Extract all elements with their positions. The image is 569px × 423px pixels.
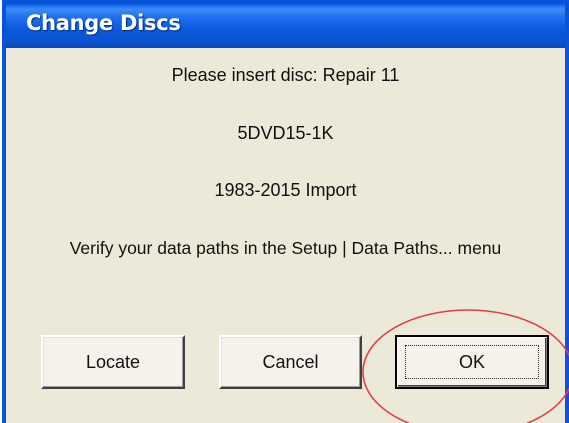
dialog-title: Change Discs: [26, 11, 181, 35]
disc-range-text: 1983-2015 Import: [214, 180, 357, 200]
ok-button-label: OK: [458, 351, 485, 372]
cancel-button[interactable]: Cancel: [219, 335, 362, 389]
ok-button[interactable]: OK: [395, 335, 549, 389]
disc-id-text: 5DVD15-1K: [237, 123, 334, 143]
change-discs-dialog: Change Discs Please insert disc: Repair …: [2, 0, 569, 423]
title-bar[interactable]: Change Discs: [6, 4, 565, 48]
locate-button[interactable]: Locate: [41, 335, 185, 389]
insert-disc-message: Please insert disc: Repair 11: [171, 65, 400, 85]
data-paths-hint: Verify your data paths in the Setup | Da…: [69, 238, 502, 258]
